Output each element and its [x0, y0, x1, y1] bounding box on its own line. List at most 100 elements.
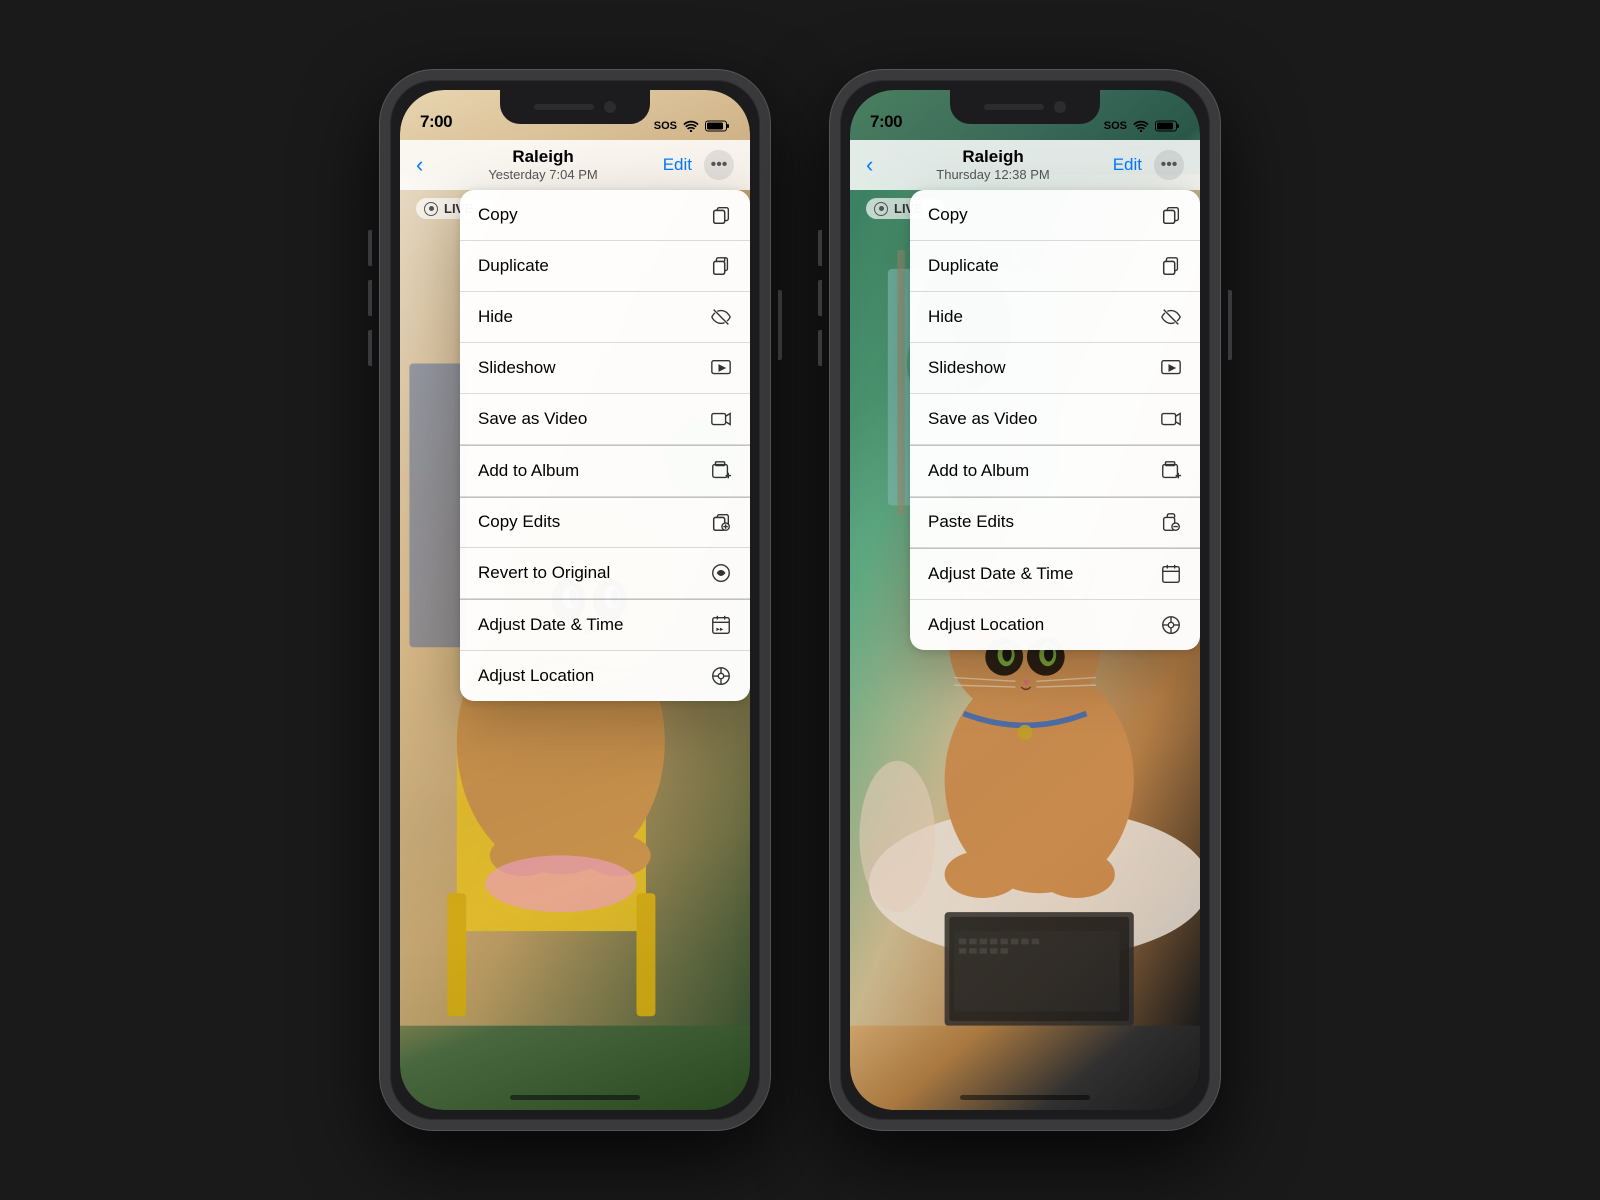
- menu-item-datetime-left[interactable]: Adjust Date & Time ▶▶: [460, 600, 750, 651]
- nav-bar-left: ‹ Raleigh Yesterday 7:04 PM Edit •••: [400, 140, 750, 190]
- volume-up-button-right: [818, 230, 822, 266]
- revert-icon-left: [710, 562, 732, 584]
- context-menu-left: Copy Duplicate: [460, 190, 750, 701]
- more-button-left[interactable]: •••: [704, 150, 734, 180]
- calendar-icon-right: [1160, 563, 1182, 585]
- menu-label-hide-left: Hide: [478, 307, 513, 327]
- more-button-right[interactable]: •••: [1154, 150, 1184, 180]
- notch-right: [950, 90, 1100, 124]
- menu-item-duplicate-right[interactable]: Duplicate: [910, 241, 1200, 292]
- menu-label-pasteedits-right: Paste Edits: [928, 512, 1014, 532]
- duplicate-icon-right: [1160, 255, 1182, 277]
- video-icon-left: [710, 408, 732, 430]
- menu-label-location-left: Adjust Location: [478, 666, 594, 686]
- volume-down-button-left: [368, 280, 372, 316]
- menu-label-addalbum-left: Add to Album: [478, 461, 579, 481]
- status-icons-left: SOS: [654, 120, 730, 132]
- battery-icon-left: [705, 120, 730, 132]
- speaker-right: [984, 104, 1044, 110]
- status-time-right: 7:00: [870, 112, 902, 132]
- menu-label-datetime-right: Adjust Date & Time: [928, 564, 1074, 584]
- status-time-left: 7:00: [420, 112, 452, 132]
- edit-button-right[interactable]: Edit: [1113, 155, 1142, 175]
- nav-title-right: Raleigh: [883, 147, 1102, 167]
- calendar-icon-left: ▶▶: [710, 614, 732, 636]
- speaker: [534, 104, 594, 110]
- menu-label-copy-left: Copy: [478, 205, 518, 225]
- menu-item-savevideo-right[interactable]: Save as Video: [910, 394, 1200, 445]
- menu-label-duplicate-left: Duplicate: [478, 256, 549, 276]
- menu-item-hide-left[interactable]: Hide: [460, 292, 750, 343]
- copy-icon-left: [710, 204, 732, 226]
- menu-item-slideshow-left[interactable]: Slideshow: [460, 343, 750, 394]
- menu-label-datetime-left: Adjust Date & Time: [478, 615, 624, 635]
- home-indicator-left: [510, 1095, 640, 1100]
- home-indicator-right: [960, 1095, 1090, 1100]
- menu-item-slideshow-right[interactable]: Slideshow: [910, 343, 1200, 394]
- mute-button-right: [818, 330, 822, 366]
- notch: [500, 90, 650, 124]
- menu-label-addalbum-right: Add to Album: [928, 461, 1029, 481]
- battery-icon-right: [1155, 120, 1180, 132]
- edit-button-left[interactable]: Edit: [663, 155, 692, 175]
- menu-label-revert-left: Revert to Original: [478, 563, 610, 583]
- menu-item-datetime-right[interactable]: Adjust Date & Time: [910, 549, 1200, 600]
- menu-item-addalbum-right[interactable]: Add to Album: [910, 446, 1200, 497]
- nav-subtitle-right: Thursday 12:38 PM: [883, 167, 1102, 183]
- nav-bar-right: ‹ Raleigh Thursday 12:38 PM Edit •••: [850, 140, 1200, 190]
- hide-icon-right: [1160, 306, 1182, 328]
- nav-title-left: Raleigh: [433, 147, 652, 167]
- menu-item-copy-right[interactable]: Copy: [910, 190, 1200, 241]
- menu-label-copyedits-left: Copy Edits: [478, 512, 560, 532]
- wifi-icon-left: [683, 120, 699, 132]
- menu-item-savevideo-left[interactable]: Save as Video: [460, 394, 750, 445]
- live-icon-left: [424, 202, 438, 216]
- menu-label-location-right: Adjust Location: [928, 615, 1044, 635]
- menu-item-copyedits-left[interactable]: Copy Edits: [460, 497, 750, 548]
- menu-item-duplicate-left[interactable]: Duplicate: [460, 241, 750, 292]
- nav-center-right: Raleigh Thursday 12:38 PM: [883, 147, 1102, 183]
- addalbum-icon-left: [710, 460, 732, 482]
- location-icon-right: [1160, 614, 1182, 636]
- volume-down-button-right: [818, 280, 822, 316]
- live-dot-right: [879, 206, 884, 211]
- camera-right: [1054, 101, 1066, 113]
- svg-text:▶▶: ▶▶: [716, 626, 724, 631]
- menu-item-location-left[interactable]: Adjust Location: [460, 651, 750, 701]
- camera: [604, 101, 616, 113]
- slideshow-icon-right: [1160, 357, 1182, 379]
- menu-item-location-right[interactable]: Adjust Location: [910, 600, 1200, 650]
- status-icons-right: SOS: [1104, 120, 1180, 132]
- menu-label-savevideo-right: Save as Video: [928, 409, 1037, 429]
- phone-right: 7:00 SOS: [830, 70, 1220, 1130]
- sos-indicator-left: SOS: [654, 120, 677, 132]
- pasteedits-icon-right: [1160, 511, 1182, 533]
- mute-button-left: [368, 330, 372, 366]
- hide-icon-left: [710, 306, 732, 328]
- menu-label-slideshow-left: Slideshow: [478, 358, 556, 378]
- menu-label-copy-right: Copy: [928, 205, 968, 225]
- back-arrow-right: ‹: [866, 152, 873, 178]
- volume-up-button-left: [368, 230, 372, 266]
- context-menu-right: Copy Duplicate Hide: [910, 190, 1200, 650]
- slideshow-icon-left: [710, 357, 732, 379]
- menu-item-copy-left[interactable]: Copy: [460, 190, 750, 241]
- addalbum-icon-right: [1160, 460, 1182, 482]
- menu-item-revert-left[interactable]: Revert to Original: [460, 548, 750, 599]
- back-button-left[interactable]: ‹: [416, 152, 423, 178]
- menu-item-pasteedits-right[interactable]: Paste Edits: [910, 497, 1200, 548]
- nav-subtitle-left: Yesterday 7:04 PM: [433, 167, 652, 183]
- live-icon-right: [874, 202, 888, 216]
- back-button-right[interactable]: ‹: [866, 152, 873, 178]
- location-icon-left: [710, 665, 732, 687]
- nav-center-left: Raleigh Yesterday 7:04 PM: [433, 147, 652, 183]
- menu-item-addalbum-left[interactable]: Add to Album: [460, 446, 750, 497]
- phone-left: 7:00 SOS: [380, 70, 770, 1130]
- copyedits-icon-left: [710, 511, 732, 533]
- nav-actions-right: Edit •••: [1113, 150, 1184, 180]
- menu-label-savevideo-left: Save as Video: [478, 409, 587, 429]
- wifi-icon-right: [1133, 120, 1149, 132]
- menu-item-hide-right[interactable]: Hide: [910, 292, 1200, 343]
- power-button-left: [778, 290, 782, 360]
- copy-icon-right: [1160, 204, 1182, 226]
